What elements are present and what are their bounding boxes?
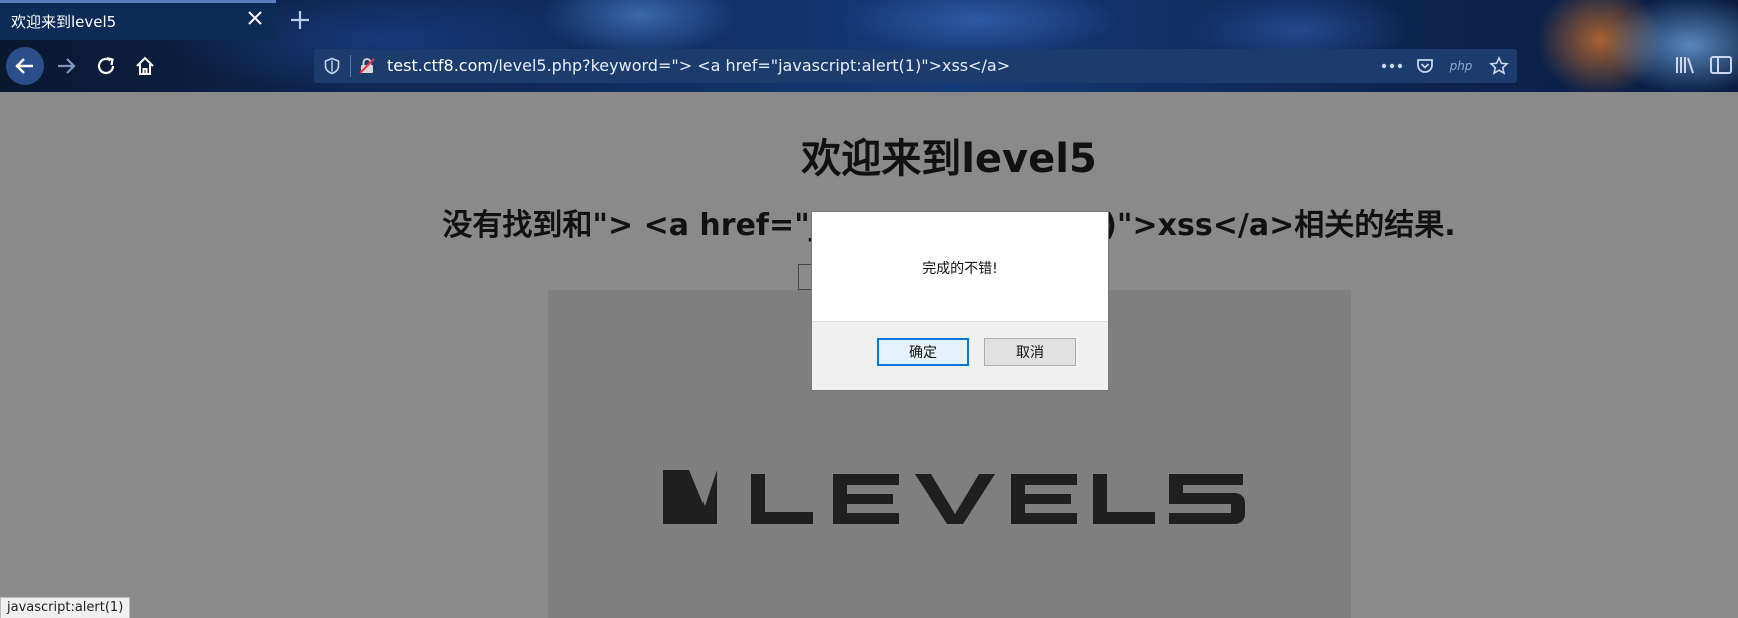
url-text[interactable]: test.ctf8.com/level5.php?keyword="> <a h… — [387, 56, 1010, 75]
home-icon — [136, 56, 154, 75]
url-host: test.ctf8.com — [387, 56, 493, 75]
cancel-button[interactable]: 取消 — [984, 338, 1076, 366]
level5-logo — [663, 470, 1245, 524]
dialog-message: 完成的不错! — [922, 261, 998, 277]
url-path: /level5.php?keyword="> <a href="javascri… — [492, 56, 1011, 75]
status-bar-link: javascript:alert(1) — [0, 597, 131, 618]
alert-dialog: 完成的不错! 确定 取消 — [811, 211, 1109, 391]
insecure-lock-icon[interactable] — [358, 57, 376, 75]
tab-active[interactable]: 欢迎来到level5 — [0, 0, 276, 40]
star-icon[interactable] — [1486, 55, 1512, 77]
ok-button[interactable]: 确定 — [877, 338, 969, 366]
page-title: 欢迎来到level5 — [801, 136, 1097, 182]
url-separator — [350, 55, 351, 77]
plus-icon[interactable] — [288, 8, 312, 32]
reload-icon — [97, 56, 115, 75]
close-icon[interactable] — [246, 9, 264, 27]
reload-button[interactable] — [89, 49, 123, 83]
tab-title: 欢迎来到level5 — [11, 13, 117, 31]
sidebar-icon[interactable] — [1708, 52, 1734, 78]
pocket-icon[interactable] — [1412, 55, 1438, 77]
dialog-footer: 确定 取消 — [812, 321, 1108, 390]
forward-button[interactable] — [49, 49, 83, 83]
browser-chrome: 欢迎来到level5 test.ctf8.com/level5.php?keyw… — [0, 0, 1738, 93]
library-icon[interactable] — [1672, 52, 1698, 78]
url-bar[interactable]: test.ctf8.com/level5.php?keyword="> <a h… — [314, 49, 1517, 83]
arrow-left-icon — [15, 58, 33, 74]
php-extension-badge[interactable]: php — [1445, 55, 1477, 77]
more-icon[interactable] — [1379, 55, 1405, 77]
back-button[interactable] — [6, 47, 44, 85]
home-button[interactable] — [128, 49, 162, 83]
shield-icon[interactable] — [323, 57, 341, 75]
arrow-right-icon — [58, 58, 76, 74]
